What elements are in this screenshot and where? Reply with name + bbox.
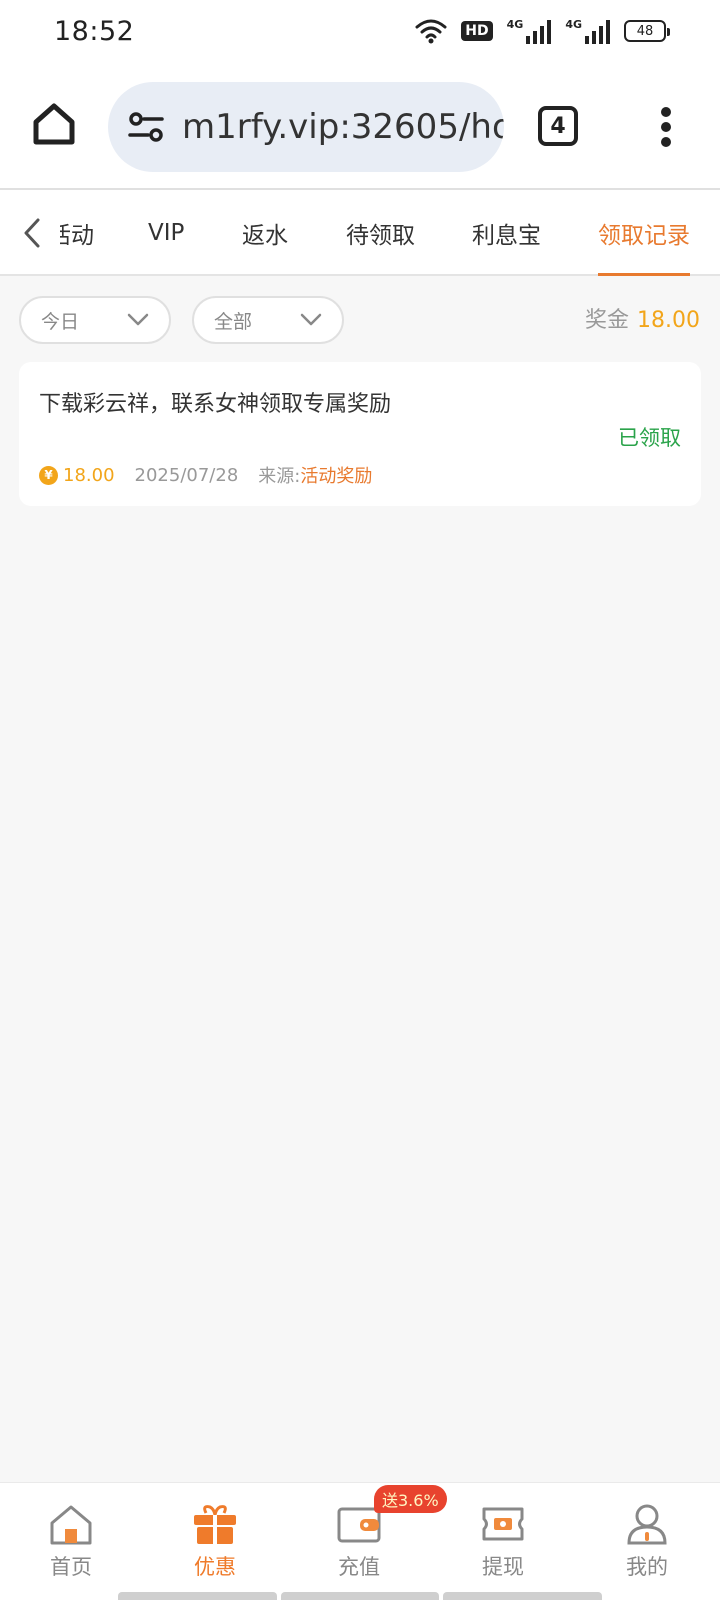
bonus-summary: 奖金 18.00 <box>585 302 700 334</box>
record-meta: ¥ 18.00 2025/07/28 来源: 活动奖励 <box>39 462 372 488</box>
chevron-left-icon[interactable] <box>18 216 46 250</box>
coin-icon: ¥ <box>39 465 58 485</box>
signal-icon: 4G <box>507 18 552 44</box>
status-bar: 18:52 HD 4G 4G 48 <box>0 0 720 62</box>
nav-deposit[interactable]: 充值 <box>314 1503 404 1583</box>
record-status: 已领取 <box>618 426 681 450</box>
home-icon[interactable] <box>30 100 78 148</box>
status-time: 18:52 <box>54 15 135 47</box>
tab-switcher-button[interactable]: 4 <box>538 106 578 146</box>
tune-icon[interactable] <box>126 107 166 147</box>
record-source: 活动奖励 <box>300 466 373 487</box>
status-icons: HD 4G 4G 48 <box>415 18 670 44</box>
home-icon <box>50 1505 92 1545</box>
nav-offers-label: 优惠 <box>194 1555 236 1579</box>
bonus-amount: 18.00 <box>637 308 700 333</box>
record-source-label: 来源: <box>258 466 301 487</box>
address-bar[interactable]: m1rfy.vip:32605/ho <box>108 82 504 172</box>
nav-offers[interactable]: 优惠 <box>170 1503 260 1583</box>
record-date: 2025/07/28 <box>134 464 239 486</box>
nav-profile[interactable]: 我的 <box>602 1503 692 1583</box>
record-amount: 18.00 <box>63 464 115 486</box>
nav-home[interactable]: 首页 <box>26 1503 116 1583</box>
chevron-down-icon <box>127 313 149 326</box>
type-filter-select[interactable]: 全部 <box>192 296 344 344</box>
tab-activity[interactable]: 活动 <box>60 190 94 276</box>
bottom-nav: 首页 优惠 充值 提现 我的 <box>0 1482 720 1600</box>
browser-bar: m1rfy.vip:32605/ho 4 <box>0 62 720 190</box>
user-icon <box>627 1504 667 1545</box>
record-title: 下载彩云祥，联系女神领取专属奖励 <box>39 392 392 417</box>
gift-icon <box>194 1505 236 1544</box>
nav-withdraw[interactable]: 提现 <box>458 1503 548 1583</box>
tab-rebate[interactable]: 返水 <box>242 190 288 276</box>
cash-ticket-icon <box>482 1507 524 1541</box>
promo-badge: 送3.6% <box>374 1485 447 1513</box>
nav-withdraw-label: 提现 <box>482 1555 524 1579</box>
url-text[interactable]: m1rfy.vip:32605/ho <box>182 107 504 147</box>
more-vert-icon[interactable] <box>654 106 678 148</box>
chevron-down-icon <box>300 313 322 326</box>
nav-profile-label: 我的 <box>626 1555 668 1579</box>
wifi-icon <box>415 19 447 44</box>
tab-claim-records[interactable]: 领取记录 <box>598 190 690 276</box>
tab-interest[interactable]: 利息宝 <box>472 190 541 276</box>
nav-home-label: 首页 <box>50 1555 92 1579</box>
record-card: 下载彩云祥，联系女神领取专属奖励 已领取 ¥ 18.00 2025/07/28 … <box>19 362 701 506</box>
type-filter-value: 全部 <box>214 310 253 333</box>
tab-vip[interactable]: VIP <box>148 190 184 276</box>
category-tabs: 活动 VIP 返水 待领取 利息宝 领取记录 <box>0 190 720 276</box>
tab-pending[interactable]: 待领取 <box>346 190 415 276</box>
nav-deposit-label: 充值 <box>338 1555 380 1579</box>
tab-clip: 活动 <box>60 190 96 276</box>
home-indicator[interactable] <box>118 1592 603 1600</box>
bonus-label: 奖金 <box>585 308 630 333</box>
battery-icon: 48 <box>624 20 670 42</box>
date-filter-value: 今日 <box>41 310 80 333</box>
hd-icon: HD <box>461 21 493 41</box>
date-filter-select[interactable]: 今日 <box>19 296 171 344</box>
signal-icon-2: 4G <box>565 18 610 44</box>
